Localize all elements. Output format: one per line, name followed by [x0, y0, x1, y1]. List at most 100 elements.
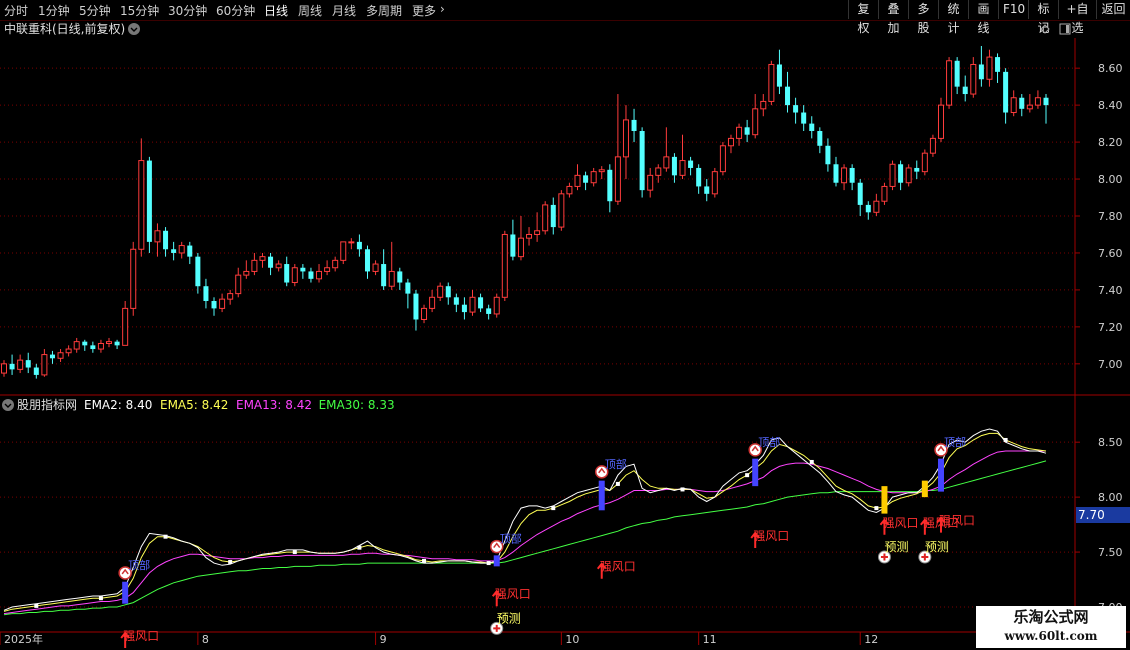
ind-y-tick-1: 7.50 — [1098, 546, 1123, 559]
candle-7 — [57, 349, 64, 362]
candle-116 — [937, 97, 944, 143]
candle-62 — [501, 230, 508, 301]
candle-103 — [833, 156, 839, 187]
candle-126 — [1019, 94, 1025, 117]
candle-79 — [639, 127, 645, 198]
diamond-icon[interactable] — [1040, 24, 1050, 34]
candle-30 — [243, 260, 250, 279]
main-y-tick-7: 8.40 — [1098, 99, 1123, 112]
candle-36 — [291, 264, 298, 287]
candle-8 — [65, 345, 72, 357]
candle-58 — [469, 289, 476, 316]
candle-80 — [647, 167, 654, 198]
ema-marker-84 — [680, 487, 685, 492]
main-header: 中联重科(日线,前复权) — [4, 21, 1071, 36]
candle-89 — [719, 142, 726, 176]
x-tick-4: 11 — [703, 633, 717, 646]
signal-markers: 强风口顶部强风口预测顶部顶部强风口顶部强风口强风口预测强风口预测强风口顶部 — [118, 435, 975, 648]
candle-124 — [1003, 68, 1009, 124]
ema-marker-20 — [163, 534, 168, 539]
predict-label: 预测 — [884, 540, 908, 554]
title-dropdown-icon[interactable] — [128, 23, 140, 35]
candle-125 — [1010, 90, 1017, 117]
candle-19 — [154, 223, 161, 257]
candle-37 — [300, 264, 306, 279]
candle-113 — [914, 160, 920, 180]
candle-40 — [324, 260, 331, 276]
candle-63 — [510, 219, 516, 261]
candle-84 — [679, 134, 686, 180]
candle-55 — [445, 282, 451, 305]
predict-signal-1: 预测 — [877, 540, 908, 564]
candle-50 — [405, 278, 411, 309]
candle-76 — [614, 94, 621, 205]
candle-51 — [413, 289, 419, 331]
candle-43 — [348, 238, 355, 250]
candle-82 — [663, 127, 670, 172]
candle-111 — [898, 160, 904, 191]
ema-marker-12 — [98, 596, 103, 601]
watermark-url: www.60lt.com — [1004, 629, 1098, 643]
main-y-tick-1: 7.20 — [1098, 321, 1123, 334]
candle-1 — [9, 354, 15, 375]
top-label: 顶部 — [500, 532, 522, 546]
candle-123 — [995, 53, 1001, 83]
strong-signal-4: 强风口 — [879, 516, 918, 535]
candle-96 — [776, 49, 782, 95]
top-label: 顶部 — [605, 457, 627, 471]
panel-frames — [0, 38, 1130, 633]
candle-16 — [130, 241, 137, 316]
candle-48 — [388, 241, 395, 290]
candle-93 — [752, 94, 759, 139]
candle-20 — [163, 227, 169, 257]
candle-85 — [688, 156, 694, 176]
top-signal-2: 顶部 — [594, 457, 627, 479]
ema-marker-108 — [874, 506, 879, 511]
candle-117 — [946, 57, 953, 109]
candle-69 — [558, 190, 565, 231]
ema-marker-92 — [745, 473, 750, 478]
candle-71 — [574, 164, 581, 191]
candle-56 — [453, 293, 459, 313]
candle-42 — [340, 241, 347, 265]
candle-2 — [17, 354, 24, 374]
candle-129 — [1043, 94, 1049, 124]
ema-marker-76 — [615, 481, 620, 486]
main-y-tick-6: 8.20 — [1098, 136, 1123, 149]
candle-77 — [622, 105, 629, 180]
candle-109 — [881, 182, 888, 205]
candle-21 — [171, 241, 177, 261]
candle-112 — [905, 164, 912, 187]
candle-105 — [849, 164, 855, 191]
ema-marker-4 — [34, 603, 39, 608]
candle-28 — [227, 289, 234, 305]
candle-33 — [268, 252, 274, 276]
candle-15 — [122, 301, 129, 346]
candle-38 — [308, 267, 314, 283]
x-tick-5: 12 — [864, 633, 878, 646]
candle-83 — [671, 153, 677, 183]
candle-120 — [970, 57, 977, 98]
predict-signal-0: 预测 — [490, 611, 521, 635]
candle-3 — [25, 352, 31, 374]
indicator-dropdown-icon[interactable] — [2, 399, 14, 411]
candle-106 — [857, 179, 863, 216]
candle-39 — [316, 264, 323, 283]
candle-118 — [954, 57, 960, 95]
candle-57 — [461, 297, 467, 320]
main-y-tick-2: 7.40 — [1098, 284, 1123, 297]
candle-34 — [275, 260, 282, 272]
candle-100 — [809, 116, 815, 139]
main-y-axis: 7.00 7.20 7.40 7.60 7.80 8.00 8.20 8.40 8.60 — [1075, 62, 1123, 371]
candle-46 — [372, 260, 379, 276]
candle-32 — [259, 252, 266, 268]
strong-signal-3: 强风口 — [750, 529, 789, 548]
ema-marker-60 — [486, 561, 491, 566]
candle-29 — [235, 267, 242, 298]
stock-chart: 中联重科(日线,前复权) 7.00 7.20 7.40 7.60 7.80 8.00 8.2… — [0, 21, 1130, 648]
candle-86 — [696, 164, 702, 194]
ema-marker-124 — [1003, 437, 1008, 442]
ema-marker-36 — [292, 550, 297, 555]
main-y-tick-4: 7.80 — [1098, 210, 1123, 223]
ema-legend-3: EMA30: 8.33 — [319, 398, 395, 412]
